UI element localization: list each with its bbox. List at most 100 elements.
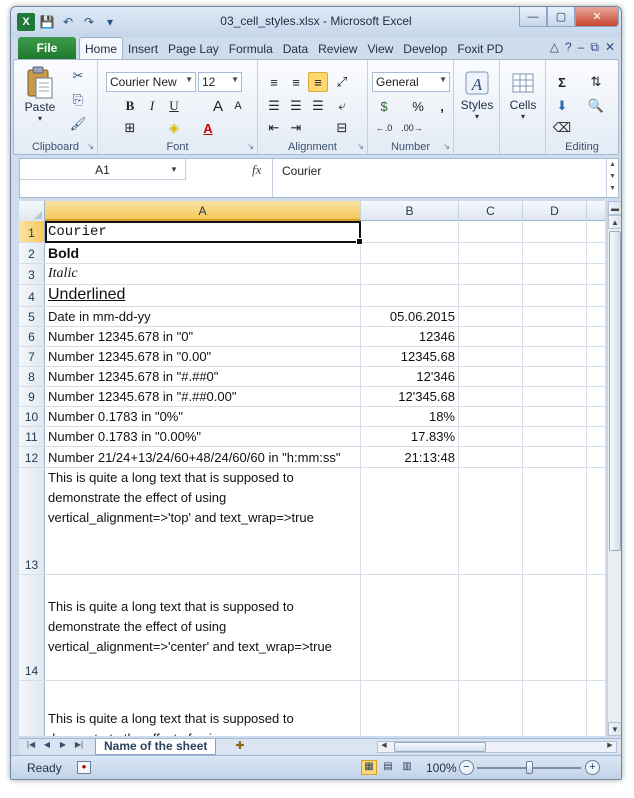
fill-color-icon[interactable]: ◈ (164, 118, 184, 138)
format-painter-icon[interactable]: 🖌 (68, 114, 88, 134)
zoom-slider-thumb[interactable] (525, 761, 533, 774)
vertical-scroll-thumb[interactable] (609, 231, 621, 551)
cell-c13[interactable] (459, 468, 523, 574)
cell-d13[interactable] (523, 468, 587, 574)
cell-b5[interactable]: 05.06.2015 (361, 307, 459, 326)
align-center-icon[interactable]: ☰ (286, 96, 306, 116)
sort-filter-icon[interactable]: ⇅ (586, 72, 606, 92)
formula-input[interactable]: Courier (282, 164, 321, 178)
cell-b11[interactable]: 17.83% (361, 427, 459, 446)
sheet-tab[interactable]: Name of the sheet (95, 739, 217, 755)
page-break-view-icon[interactable]: ▥ (399, 760, 415, 775)
currency-icon[interactable]: $ (374, 96, 394, 116)
tab-foxit-pdf[interactable]: Foxit PD (452, 39, 508, 59)
cell-d8[interactable] (523, 367, 587, 386)
cell-c10[interactable] (459, 407, 523, 426)
fill-icon[interactable]: ⬇ (552, 96, 572, 116)
cell-d3[interactable] (523, 264, 587, 284)
cell-a11[interactable]: Number 0.1783 in "0.00%" (45, 427, 361, 446)
cells-dropdown-icon[interactable]: ▾ (521, 112, 525, 121)
copy-icon[interactable]: ⎘ (68, 90, 88, 110)
column-header-b[interactable]: B (361, 201, 459, 221)
cell-b1[interactable] (361, 221, 459, 242)
cell-c8[interactable] (459, 367, 523, 386)
alignment-launcher-icon[interactable]: ↘ (357, 142, 364, 151)
row-header[interactable]: 13 (19, 468, 45, 574)
percent-button[interactable]: % (408, 96, 428, 116)
column-header-d[interactable]: D (523, 201, 587, 221)
row-header[interactable]: 12 (19, 447, 45, 467)
align-left-icon[interactable]: ☰ (264, 96, 284, 116)
decrease-indent-icon[interactable]: ⇤ (264, 118, 284, 138)
tab-page-layout[interactable]: Page Lay (163, 39, 224, 59)
column-header-a[interactable]: A (45, 201, 361, 221)
cell-b3[interactable] (361, 264, 459, 284)
scroll-down-icon[interactable]: ▼ (608, 722, 621, 736)
bold-button[interactable]: B (120, 96, 140, 116)
row-header[interactable]: 15 (19, 681, 45, 736)
cell-b14[interactable] (361, 575, 459, 680)
prev-sheet-icon[interactable]: ◀ (41, 740, 53, 749)
cell-d9[interactable] (523, 387, 587, 406)
row-header[interactable]: 14 (19, 575, 45, 680)
orientation-icon[interactable]: ⤢ (332, 72, 352, 92)
tab-home[interactable]: Home (79, 37, 124, 59)
font-size-dropdown-icon[interactable]: ▼ (231, 75, 239, 84)
font-color-icon[interactable]: A (198, 118, 218, 138)
name-box-dropdown-icon[interactable]: ▼ (170, 165, 178, 174)
tab-review[interactable]: Review (313, 39, 362, 59)
cell-a6[interactable]: Number 12345.678 in "0" (45, 327, 361, 346)
row-header[interactable]: 2 (19, 243, 45, 263)
cell-b8[interactable]: 12'346 (361, 367, 459, 386)
horizontal-scrollbar[interactable]: ◀ ▶ (377, 741, 617, 753)
cell-c7[interactable] (459, 347, 523, 366)
row-header[interactable]: 8 (19, 367, 45, 386)
cell-c11[interactable] (459, 427, 523, 446)
cell-c2[interactable] (459, 243, 523, 263)
cell-a13[interactable]: This is quite a long text that is suppos… (45, 468, 361, 574)
workbook-minimize-icon[interactable]: – (578, 40, 585, 55)
insert-sheet-icon[interactable]: ✚ (231, 739, 249, 754)
cell-c4[interactable] (459, 285, 523, 306)
row-header[interactable]: 5 (19, 307, 45, 326)
row-header[interactable]: 1 (19, 221, 45, 242)
cell-d10[interactable] (523, 407, 587, 426)
last-sheet-icon[interactable]: ▶| (73, 740, 85, 749)
cell-d12[interactable] (523, 447, 587, 467)
number-format-dropdown-icon[interactable]: ▼ (439, 75, 447, 84)
cell-c3[interactable] (459, 264, 523, 284)
scroll-left-icon[interactable]: ◀ (378, 741, 390, 749)
clipboard-launcher-icon[interactable]: ↘ (87, 142, 94, 151)
increase-indent-icon[interactable]: ⇥ (286, 118, 306, 138)
cell-a8[interactable]: Number 12345.678 in "#.##0" (45, 367, 361, 386)
row-header[interactable]: 3 (19, 264, 45, 284)
horizontal-scroll-thumb[interactable] (394, 742, 486, 752)
cell-d15[interactable] (523, 681, 587, 736)
cell-b9[interactable]: 12'345.68 (361, 387, 459, 406)
shrink-font-button[interactable]: A (228, 96, 248, 116)
paste-dropdown-icon[interactable]: ▾ (38, 114, 42, 123)
zoom-in-icon[interactable]: + (585, 760, 600, 775)
merge-center-icon[interactable]: ⊟ (332, 118, 352, 138)
scroll-up-icon[interactable]: ▲ (608, 215, 621, 229)
comma-button[interactable]: , (432, 96, 452, 116)
page-layout-view-icon[interactable]: ▤ (380, 760, 396, 775)
column-header-c[interactable]: C (459, 201, 523, 221)
row-header[interactable]: 4 (19, 285, 45, 306)
maximize-button[interactable]: ▢ (547, 7, 575, 27)
cell-d4[interactable] (523, 285, 587, 306)
cell-d5[interactable] (523, 307, 587, 326)
workbook-close-icon[interactable]: ✕ (605, 40, 615, 55)
align-bottom-icon[interactable]: ≡ (308, 72, 328, 92)
cell-c6[interactable] (459, 327, 523, 346)
insert-function-button[interactable]: fx (252, 162, 261, 178)
cell-d11[interactable] (523, 427, 587, 446)
cell-a7[interactable]: Number 12345.678 in "0.00" (45, 347, 361, 366)
font-name-dropdown-icon[interactable]: ▼ (185, 75, 193, 84)
cell-a14[interactable]: This is quite a long text that is suppos… (45, 575, 361, 680)
cell-a2[interactable]: Bold (45, 243, 361, 263)
cell-c12[interactable] (459, 447, 523, 467)
cut-icon[interactable]: ✂ (68, 66, 88, 86)
cell-a15[interactable]: This is quite a long text that is suppos… (45, 681, 361, 736)
styles-dropdown-icon[interactable]: ▾ (475, 112, 479, 121)
